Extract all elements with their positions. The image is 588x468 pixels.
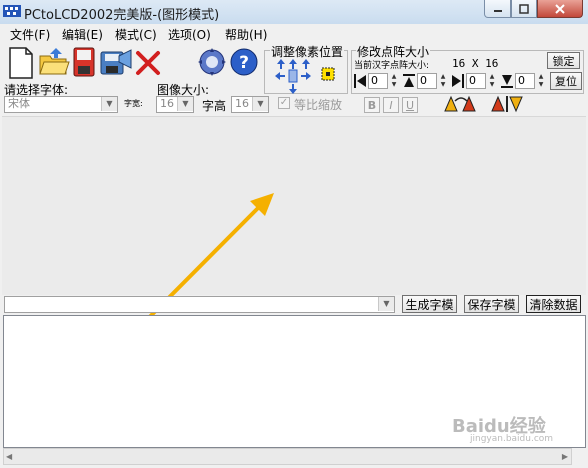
spin-right-value[interactable]: 0 [466,73,486,89]
minimize-icon [493,9,502,12]
font-width-label: 字宽: [124,99,143,108]
rotate-icon[interactable] [443,95,479,113]
new-file-icon[interactable] [6,44,36,80]
bold-button[interactable]: B [364,97,380,113]
save-as-icon[interactable] [99,46,133,78]
spin-right-arrows[interactable]: ▲ ▼ [487,73,497,89]
help-icon[interactable]: ? [229,47,259,77]
arrow-down-icon[interactable] [288,83,298,95]
menu-mode[interactable]: 模式(C) [115,26,157,43]
shrink-left-icon[interactable] [353,73,367,89]
spin-left-value[interactable]: 0 [368,73,388,89]
font-width-value: 16 [160,97,174,110]
center-align-icon[interactable] [318,64,338,84]
watermark-subtext: jingyan.baidu.com [470,434,554,444]
text-input-combo[interactable]: ▼ [4,296,395,313]
font-height-value: 16 [235,97,249,110]
font-width-select[interactable]: 16 ▼ [156,96,194,113]
menu-help[interactable]: 帮助(H) [225,26,267,43]
chevron-down-icon: ▼ [177,97,193,111]
close-button[interactable] [537,0,583,18]
generate-button[interactable]: 生成字模 [402,295,457,313]
proportional-checkbox[interactable]: ✓ [278,97,290,109]
spin-top-arrows[interactable]: ▲ ▼ [438,73,448,89]
drawing-canvas[interactable] [2,116,586,295]
spin-left-arrows[interactable]: ▲ ▼ [389,73,399,89]
spin-bottom-arrows[interactable]: ▲ ▼ [536,73,546,89]
lock-button[interactable]: 锁定 [547,52,580,69]
minimize-button[interactable] [484,0,511,18]
maximize-icon [519,3,529,14]
window-title: PCtoLCD2002完美版-(图形模式) [24,8,220,23]
flip-icon[interactable] [490,95,526,113]
menu-edit[interactable]: 编辑(E) [62,26,103,43]
pixel-grid-icon [288,69,298,83]
arrow-right-icon[interactable] [300,71,312,81]
font-height-label: 字高 [202,99,227,113]
svg-text:?: ? [239,53,249,73]
font-height-select[interactable]: 16 ▼ [231,96,269,113]
shrink-right-icon[interactable] [451,73,465,89]
shrink-bottom-icon[interactable] [500,73,514,89]
save-icon[interactable] [72,46,96,78]
horizontal-scrollbar[interactable]: ◀ ▶ [3,448,572,465]
arrow-left-icon[interactable] [274,71,286,81]
size-grip[interactable] [572,448,588,465]
current-size-value: 16 X 16 [452,57,499,70]
italic-button[interactable]: I [383,97,399,113]
arrow-up-icon[interactable] [276,58,286,70]
clear-data-button[interactable]: 清除数据 [526,295,581,313]
scroll-left-icon[interactable]: ◀ [6,452,12,461]
settings-gear-icon[interactable] [197,47,227,77]
close-icon [555,3,565,14]
current-size-label: 当前汉字点阵大小: [354,61,430,71]
scroll-right-icon[interactable]: ▶ [562,452,568,461]
open-folder-icon[interactable] [38,46,70,78]
font-select-value: 宋体 [8,97,30,110]
spin-bottom-value[interactable]: 0 [515,73,535,89]
arrow-up-icon[interactable] [301,58,311,70]
menu-options[interactable]: 选项(O) [168,26,211,43]
app-icon [3,5,21,17]
title-bar: PCtoLCD2002完美版-(图形模式) [0,0,588,25]
save-data-button[interactable]: 保存字模 [464,295,519,313]
spin-top-value[interactable]: 0 [417,73,437,89]
menu-file[interactable]: 文件(F) [10,26,50,43]
maximize-button[interactable] [511,0,537,18]
proportional-label: 等比缩放 [294,98,343,112]
menu-bar: 文件(F) 编辑(E) 模式(C) 选项(O) 帮助(H) [0,24,588,43]
delete-icon[interactable] [134,49,162,77]
chevron-down-icon: ▼ [252,97,268,111]
font-select[interactable]: 宋体 ▼ [4,96,118,113]
shrink-top-icon[interactable] [402,73,416,89]
chevron-down-icon: ▼ [378,297,394,311]
chevron-down-icon: ▼ [101,97,117,111]
reset-button[interactable]: 复位 [550,72,582,90]
underline-button[interactable]: U [402,97,418,113]
